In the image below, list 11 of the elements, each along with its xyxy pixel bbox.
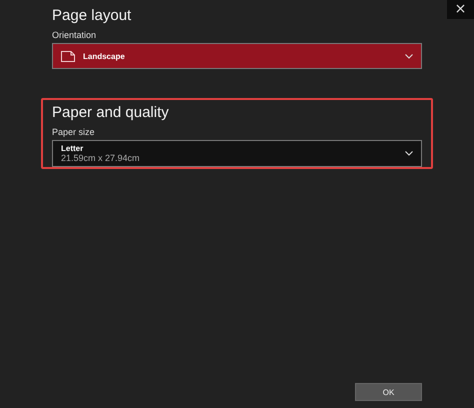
chevron-down-icon <box>405 151 413 156</box>
chevron-down-icon <box>405 54 413 58</box>
section-title: Page layout <box>52 6 132 26</box>
page-icon <box>61 50 75 62</box>
field-label: Paper size <box>52 127 96 137</box>
ok-button[interactable]: OK <box>355 383 422 401</box>
dropdown[interactable]: Landscape <box>52 43 422 69</box>
close-button[interactable]: × <box>447 0 474 19</box>
field-label: Orientation <box>52 30 98 40</box>
dropdown[interactable]: Letter 21.59cm x 27.94cm <box>52 140 422 167</box>
section-title: Paper and quality <box>52 103 170 123</box>
